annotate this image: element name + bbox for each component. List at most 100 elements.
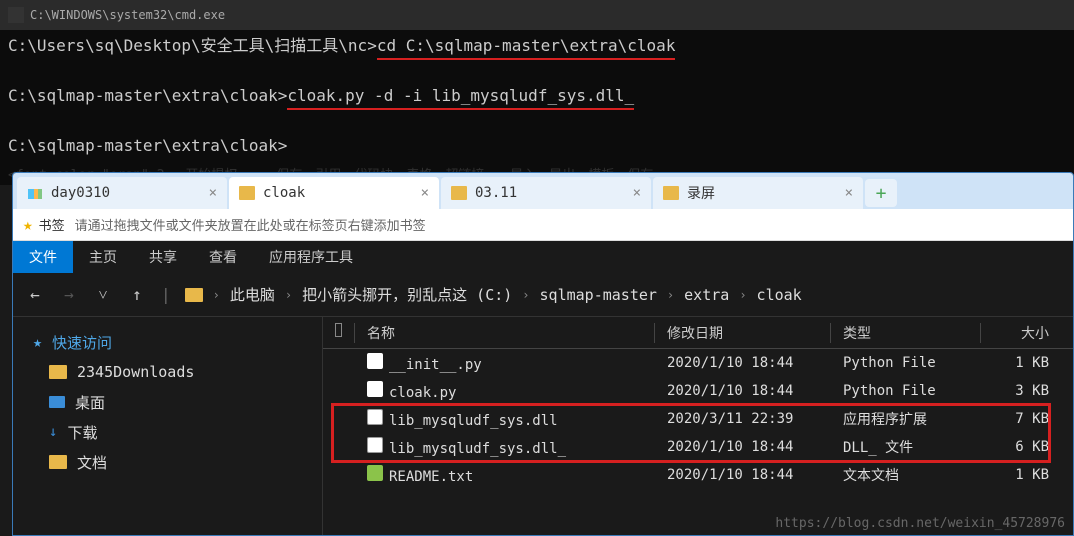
- cmd-title: C:\WINDOWS\system32\cmd.exe: [30, 8, 225, 22]
- sidebar: ★ 快速访问 2345Downloads 桌面 ↓ 下载 文档: [13, 317, 323, 535]
- sidebar-label: 下载: [67, 422, 97, 443]
- close-icon[interactable]: ×: [209, 185, 217, 201]
- tab-cloak[interactable]: cloak ×: [229, 177, 439, 209]
- chevron-right-icon: ›: [667, 288, 674, 302]
- tab-label: day0310: [51, 185, 110, 201]
- star-icon: ★: [23, 215, 33, 234]
- breadcrumb[interactable]: › 此电脑 › 把小箭头挪开，别乱点这 (C:) › sqlmap-master…: [185, 284, 802, 305]
- tab-label: cloak: [263, 185, 305, 201]
- breadcrumb-item[interactable]: sqlmap-master: [540, 286, 657, 304]
- file-row[interactable]: __init__.py2020/1/10 18:44Python File1 K…: [323, 349, 1073, 377]
- ribbon: 文件 主页 共享 查看 应用程序工具: [13, 241, 1073, 273]
- file-date: 2020/1/10 18:44: [655, 383, 831, 399]
- cmd-prompt-2: C:\sqlmap-master\extra\cloak>: [8, 86, 287, 105]
- file-size: 1 KB: [981, 467, 1061, 483]
- file-type: 文本文档: [831, 465, 981, 485]
- star-icon: ★: [33, 333, 42, 351]
- ribbon-tab-share[interactable]: 共享: [133, 241, 193, 273]
- file-name: README.txt: [389, 469, 473, 485]
- tab-record[interactable]: 录屏 ×: [653, 177, 863, 209]
- file-name: cloak.py: [389, 385, 456, 401]
- up-level-button[interactable]: ↑: [127, 285, 147, 304]
- sidebar-quick-access[interactable]: ★ 快速访问: [13, 327, 322, 357]
- folder-icon: [663, 185, 679, 201]
- chevron-right-icon: ›: [522, 288, 529, 302]
- column-type[interactable]: 类型: [831, 323, 981, 343]
- up-button[interactable]: ˅: [93, 285, 113, 305]
- file-date: 2020/3/11 22:39: [655, 411, 831, 427]
- cmd-titlebar[interactable]: C:\WINDOWS\system32\cmd.exe: [0, 0, 1074, 30]
- breadcrumb-item[interactable]: 此电脑: [230, 284, 275, 305]
- cmd-window: C:\WINDOWS\system32\cmd.exe C:\Users\sq\…: [0, 0, 1074, 185]
- file-name: __init__.py: [389, 357, 482, 373]
- dll-icon: [367, 437, 383, 453]
- ribbon-tab-file[interactable]: 文件: [13, 241, 73, 273]
- file-type: Python File: [831, 355, 981, 371]
- cmd-prompt-1: C:\Users\sq\Desktop\安全工具\扫描工具\nc>: [8, 36, 377, 55]
- sidebar-item-download[interactable]: ↓ 下载: [13, 417, 322, 447]
- file-row[interactable]: lib_mysqludf_sys.dll 2020/3/11 22:39应用程序扩…: [323, 405, 1073, 433]
- file-type: Python File: [831, 383, 981, 399]
- back-button[interactable]: ←: [25, 285, 45, 304]
- desktop-icon: [49, 396, 65, 408]
- new-tab-button[interactable]: +: [865, 179, 897, 207]
- breadcrumb-item[interactable]: extra: [684, 286, 729, 304]
- sidebar-item-downloads[interactable]: 2345Downloads: [13, 357, 322, 387]
- cmd-body[interactable]: C:\Users\sq\Desktop\安全工具\扫描工具\nc>cd C:\s…: [0, 30, 1074, 162]
- content-area: ★ 快速访问 2345Downloads 桌面 ↓ 下载 文档: [13, 317, 1073, 535]
- breadcrumb-item[interactable]: cloak: [757, 286, 802, 304]
- tab-label: 录屏: [687, 183, 715, 203]
- select-all-checkbox[interactable]: [335, 323, 342, 337]
- close-icon[interactable]: ×: [421, 185, 429, 201]
- tab-day0310[interactable]: day0310 ×: [17, 177, 227, 209]
- file-date: 2020/1/10 18:44: [655, 467, 831, 483]
- file-row[interactable]: lib_mysqludf_sys.dll_2020/1/10 18:44DLL_…: [323, 433, 1073, 461]
- download-icon: ↓: [49, 424, 57, 440]
- file-size: 1 KB: [981, 355, 1061, 371]
- sidebar-label: 2345Downloads: [77, 363, 194, 381]
- file-date: 2020/1/10 18:44: [655, 439, 831, 455]
- file-row[interactable]: README.txt 2020/1/10 18:44文本文档1 KB: [323, 461, 1073, 489]
- cmd-prompt-3: C:\sqlmap-master\extra\cloak>: [8, 136, 287, 155]
- sidebar-item-desktop[interactable]: 桌面: [13, 387, 322, 417]
- ribbon-tab-apptools[interactable]: 应用程序工具: [253, 241, 369, 273]
- sidebar-label: 文档: [77, 452, 107, 473]
- file-type: DLL_ 文件: [831, 437, 981, 457]
- file-name: lib_mysqludf_sys.dll: [389, 413, 558, 429]
- documents-icon: [49, 455, 67, 469]
- cmd-icon: [8, 7, 24, 23]
- ribbon-tab-home[interactable]: 主页: [73, 241, 133, 273]
- close-icon[interactable]: ×: [845, 185, 853, 201]
- file-type: 应用程序扩展: [831, 409, 981, 429]
- bookmark-bar: ★ 书签 请通过拖拽文件或文件夹放置在此处或在标签页右键添加书签: [13, 209, 1073, 241]
- breadcrumb-item[interactable]: 把小箭头挪开，别乱点这 (C:): [302, 284, 512, 305]
- file-size: 6 KB: [981, 439, 1061, 455]
- file-list-header: 名称 修改日期 类型 大小: [323, 317, 1073, 349]
- sidebar-item-documents[interactable]: 文档: [13, 447, 322, 477]
- file-list-area: 名称 修改日期 类型 大小 __init__.py2020/1/10 18:44…: [323, 317, 1073, 535]
- py-icon: [367, 381, 383, 397]
- file-row[interactable]: cloak.py 2020/1/10 18:44Python File3 KB: [323, 377, 1073, 405]
- cmd-command-1: cd C:\sqlmap-master\extra\cloak: [377, 34, 676, 60]
- folder-icon: [185, 288, 203, 302]
- py-icon: [367, 353, 383, 369]
- forward-button[interactable]: →: [59, 285, 79, 304]
- folder-icon: [451, 185, 467, 201]
- column-name[interactable]: 名称: [355, 323, 655, 343]
- ribbon-tab-view[interactable]: 查看: [193, 241, 253, 273]
- sidebar-label: 桌面: [75, 392, 105, 413]
- chevron-right-icon: ›: [739, 288, 746, 302]
- chevron-right-icon: ›: [285, 288, 292, 302]
- close-icon[interactable]: ×: [633, 185, 641, 201]
- folder-icon: [27, 185, 43, 201]
- txt-icon: [367, 465, 383, 481]
- tab-label: 03.11: [475, 185, 517, 201]
- bookmark-label: 书签: [39, 215, 65, 234]
- tab-0311[interactable]: 03.11 ×: [441, 177, 651, 209]
- column-date[interactable]: 修改日期: [655, 323, 831, 343]
- column-size[interactable]: 大小: [981, 323, 1061, 343]
- chevron-right-icon: ›: [213, 288, 220, 302]
- file-size: 3 KB: [981, 383, 1061, 399]
- folder-icon: [49, 365, 67, 379]
- address-bar: ← → ˅ ↑ | › 此电脑 › 把小箭头挪开，别乱点这 (C:) › sql…: [13, 273, 1073, 317]
